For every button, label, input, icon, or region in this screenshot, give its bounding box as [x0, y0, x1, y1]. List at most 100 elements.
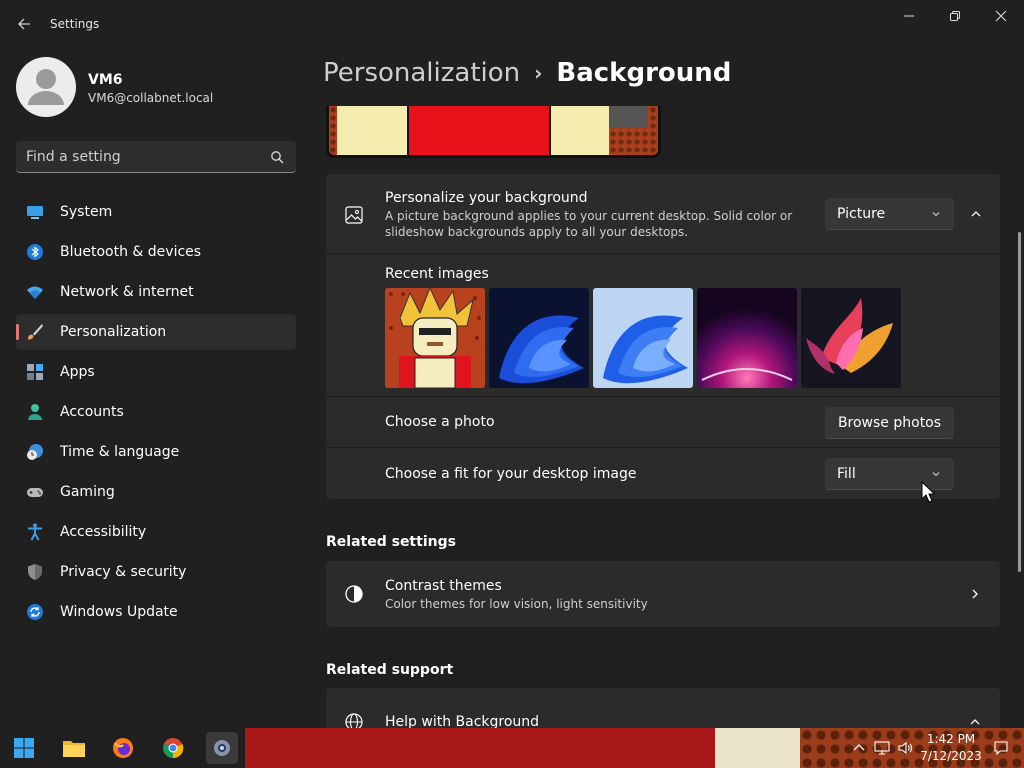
background-type-value: Picture	[837, 205, 886, 222]
sidebar-item-bluetooth[interactable]: Bluetooth & devices	[16, 234, 296, 270]
maximize-button[interactable]	[932, 4, 978, 28]
recent-image-flower[interactable]	[801, 288, 901, 388]
sidebar-item-label: Personalization	[60, 324, 167, 340]
taskbar-chrome[interactable]	[157, 732, 189, 764]
chevron-up-icon	[970, 719, 980, 725]
taskbar-clock[interactable]: 1:42 PM 7/12/2023	[920, 731, 982, 765]
sidebar-item-system[interactable]: System	[16, 194, 296, 230]
choose-photo-label: Choose a photo	[385, 414, 495, 430]
taskbar-file-explorer[interactable]	[58, 732, 90, 764]
network-tray-icon[interactable]	[874, 740, 890, 756]
sidebar-nav: System Bluetooth & devices Network & int…	[16, 194, 296, 634]
sidebar-item-apps[interactable]: Apps	[16, 354, 296, 390]
personalize-background-row: Personalize your background A picture ba…	[326, 174, 1000, 254]
help-background-title: Help with Background	[385, 714, 540, 728]
contrast-icon	[345, 585, 363, 603]
sidebar-item-label: Time & language	[60, 444, 180, 460]
chevron-up-icon	[971, 211, 981, 217]
help-background-card[interactable]: Help with Background	[326, 688, 1000, 728]
clock-globe-icon	[27, 444, 43, 460]
breadcrumb-separator: ›	[534, 61, 543, 85]
personalize-background-desc: A picture background applies to your cur…	[385, 209, 793, 239]
clock-date: 7/12/2023	[920, 749, 982, 763]
close-icon	[995, 10, 1007, 22]
choose-photo-row: Choose a photo Browse photos	[326, 397, 1000, 448]
taskbar: 1:42 PM 7/12/2023	[0, 728, 1024, 768]
mouse-cursor-icon	[921, 481, 935, 503]
browse-photos-button[interactable]: Browse photos	[825, 407, 954, 439]
start-button[interactable]	[8, 732, 40, 764]
bluetooth-icon	[27, 244, 43, 260]
sidebar-item-accessibility[interactable]: Accessibility	[16, 514, 296, 550]
globe-icon	[345, 713, 363, 728]
sidebar-item-label: Windows Update	[60, 604, 178, 620]
contrast-themes-desc: Color themes for low vision, light sensi…	[385, 597, 648, 611]
background-type-dropdown[interactable]: Picture	[825, 198, 954, 230]
tray-overflow-icon[interactable]	[851, 740, 867, 756]
sidebar-item-label: Network & internet	[60, 284, 194, 300]
related-settings-heading: Related settings	[326, 534, 456, 550]
back-button[interactable]	[12, 12, 36, 36]
firefox-icon	[113, 738, 133, 758]
sidebar-item-gaming[interactable]: Gaming	[16, 474, 296, 510]
fit-label: Choose a fit for your desktop image	[385, 466, 637, 482]
recent-image-comic[interactable]	[385, 288, 485, 388]
recent-image-bloom-dark[interactable]	[489, 288, 589, 388]
sidebar-item-accounts[interactable]: Accounts	[16, 394, 296, 430]
avatar	[16, 57, 76, 117]
fit-row: Choose a fit for your desktop image Fill	[326, 448, 1000, 499]
recent-image-purple-glow[interactable]	[697, 288, 797, 388]
taskbar-firefox[interactable]	[107, 732, 139, 764]
search-icon	[271, 151, 284, 164]
minimize-button[interactable]	[886, 4, 932, 28]
colorful-flower-image	[801, 288, 901, 388]
sidebar-item-personalization[interactable]: Personalization	[16, 314, 296, 350]
contrast-themes-card[interactable]: Contrast themes Color themes for low vis…	[326, 561, 1000, 627]
update-icon	[27, 604, 43, 620]
gamepad-icon	[27, 488, 43, 497]
taskbar-settings[interactable]	[206, 732, 238, 764]
scrollbar[interactable]	[1018, 232, 1021, 572]
system-icon	[27, 206, 43, 219]
close-button[interactable]	[978, 4, 1024, 28]
contrast-themes-title: Contrast themes	[385, 578, 502, 594]
breadcrumb: Personalization › Background	[323, 58, 731, 88]
search-box[interactable]	[16, 141, 296, 173]
chevron-down-icon	[932, 472, 940, 477]
fit-value: Fill	[837, 465, 856, 482]
settings-app-icon	[214, 740, 230, 756]
sidebar-item-label: Accessibility	[60, 524, 147, 540]
person-icon	[28, 404, 42, 420]
sidebar-item-time-language[interactable]: Time & language	[16, 434, 296, 470]
user-profile[interactable]: VM6 VM6@collabnet.local	[16, 57, 296, 117]
personalize-background-title: Personalize your background	[385, 190, 588, 206]
sidebar-item-label: Privacy & security	[60, 564, 187, 580]
page-title: Background	[556, 58, 732, 88]
volume-tray-icon[interactable]	[897, 740, 913, 756]
chrome-icon	[163, 738, 184, 759]
apps-icon	[27, 364, 43, 380]
sidebar-item-network[interactable]: Network & internet	[16, 274, 296, 310]
sidebar-item-windows-update[interactable]: Windows Update	[16, 594, 296, 630]
collapse-button[interactable]	[964, 198, 988, 230]
recent-image-bloom-light[interactable]	[593, 288, 693, 388]
recent-images-label: Recent images	[385, 266, 489, 282]
back-arrow-icon	[18, 18, 30, 30]
notification-icon[interactable]	[993, 740, 1009, 756]
shield-icon	[28, 564, 42, 580]
sidebar-item-label: Apps	[60, 364, 95, 380]
search-input[interactable]	[26, 141, 266, 172]
profile-name: VM6	[88, 72, 123, 88]
comic-character-image	[385, 288, 485, 388]
clock-time: 1:42 PM	[926, 732, 976, 746]
sidebar-item-label: Gaming	[60, 484, 115, 500]
preview-image	[329, 106, 658, 155]
blue-bloom-light-image	[593, 288, 693, 388]
breadcrumb-parent[interactable]: Personalization	[323, 58, 520, 88]
file-explorer-icon	[63, 741, 85, 757]
chevron-right-icon	[972, 589, 978, 599]
profile-email: VM6@collabnet.local	[88, 91, 214, 105]
purple-glow-image	[697, 288, 797, 388]
sidebar-item-label: Bluetooth & devices	[60, 244, 202, 260]
sidebar-item-privacy[interactable]: Privacy & security	[16, 554, 296, 590]
